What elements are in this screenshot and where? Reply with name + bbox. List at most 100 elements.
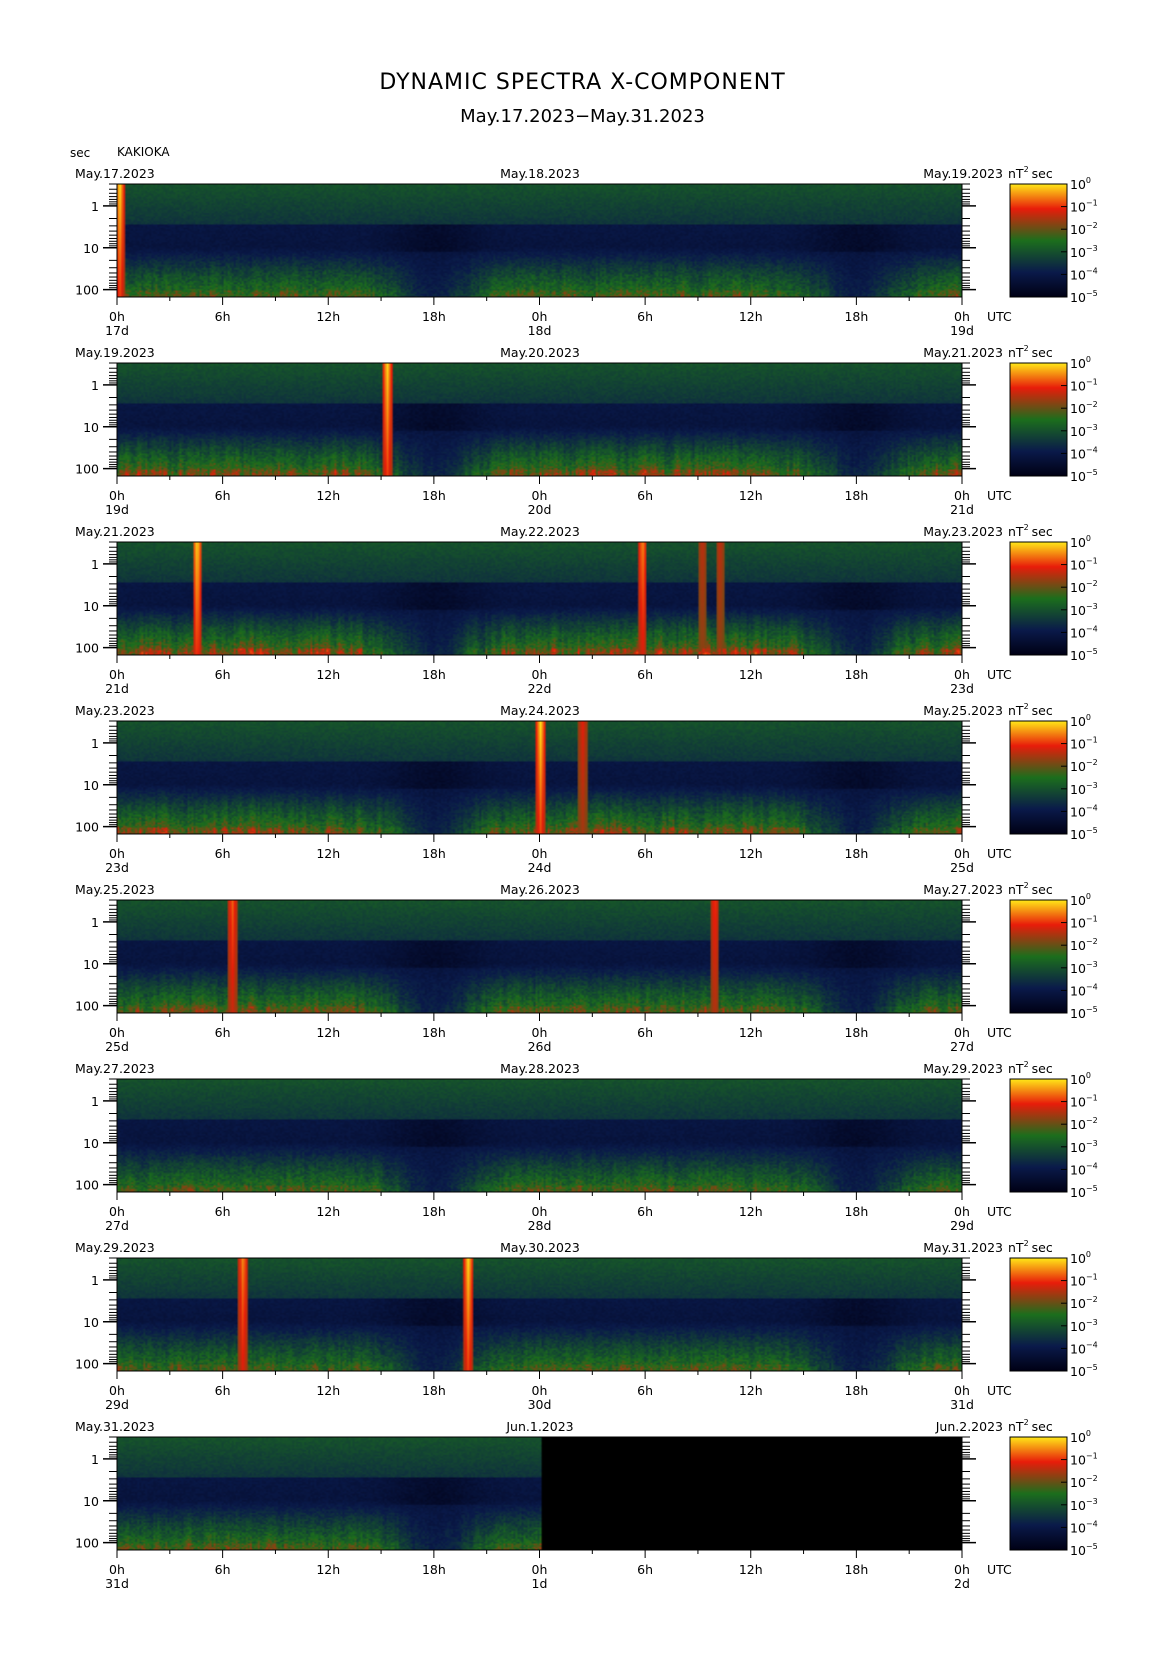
x-day-label: 21d <box>950 502 974 517</box>
x-tick-label: 0h <box>109 488 125 503</box>
x-tick-label: 6h <box>215 488 231 503</box>
panel-date-start: May.19.2023 <box>75 345 155 360</box>
x-tick-label: 0h <box>532 488 548 503</box>
panel-date-end: May.31.2023 <box>923 1240 1003 1255</box>
panel-date-mid: May.28.2023 <box>500 1061 580 1076</box>
colorbar-tick-label: 10−3 <box>1070 244 1098 260</box>
colorbar-tick-label: 10−5 <box>1070 1363 1098 1379</box>
x-tick-label: 0h <box>954 488 970 503</box>
colorbar-unit-label: nT2 sec <box>1008 523 1053 539</box>
x-axis-unit: UTC <box>987 1562 1012 1577</box>
x-tick-label: 0h <box>109 1025 125 1040</box>
x-axis-unit: UTC <box>987 1025 1012 1040</box>
x-tick-label: 18h <box>422 1383 446 1398</box>
y-tick-label: 10 <box>83 778 99 793</box>
x-day-label: 27d <box>950 1039 974 1054</box>
x-tick-label: 0h <box>109 1204 125 1219</box>
x-tick-label: 12h <box>739 1562 763 1577</box>
x-tick-label: 12h <box>739 488 763 503</box>
colorbar-tick-label: 10−4 <box>1070 803 1098 819</box>
x-tick-label: 6h <box>215 1562 231 1577</box>
colorbar-tick-label: 10−5 <box>1070 1005 1098 1021</box>
x-tick-label: 0h <box>532 1204 548 1219</box>
x-tick-label: 18h <box>844 846 868 861</box>
x-tick-label: 0h <box>109 1383 125 1398</box>
panel-date-end: May.29.2023 <box>923 1061 1003 1076</box>
colorbar-tick-label: 10−4 <box>1070 266 1098 282</box>
x-day-label: 21d <box>105 681 129 696</box>
y-tick-label: 100 <box>75 1536 99 1551</box>
colorbar-tick-label: 10−2 <box>1070 1116 1098 1132</box>
x-day-label: 17d <box>105 323 129 338</box>
x-tick-label: 0h <box>109 846 125 861</box>
colorbar-tick-label: 100 <box>1070 534 1091 550</box>
x-day-label: 26d <box>528 1039 552 1054</box>
x-day-label: 27d <box>105 1218 129 1233</box>
colorbar-tick-label: 100 <box>1070 1071 1091 1087</box>
x-tick-label: 6h <box>215 1383 231 1398</box>
x-day-label: 30d <box>528 1397 552 1412</box>
y-tick-label: 10 <box>83 1136 99 1151</box>
x-day-label: 29d <box>105 1397 129 1412</box>
x-tick-label: 6h <box>637 667 653 682</box>
x-tick-label: 0h <box>532 1025 548 1040</box>
colorbar-tick-label: 10−1 <box>1070 557 1098 573</box>
panel-date-end: May.27.2023 <box>923 882 1003 897</box>
colorbar-tick-label: 10−2 <box>1070 400 1098 416</box>
x-tick-label: 6h <box>637 1562 653 1577</box>
x-day-label: 23d <box>105 860 129 875</box>
spectrogram-image <box>117 1258 962 1371</box>
spectrogram-image <box>117 721 962 834</box>
panel-date-start: May.31.2023 <box>75 1419 155 1434</box>
x-day-label: 19d <box>105 502 129 517</box>
panel-date-mid: Jun.1.2023 <box>505 1419 573 1434</box>
colorbar-unit-label: nT2 sec <box>1008 1239 1053 1255</box>
colorbar <box>1009 362 1068 477</box>
spectrogram-image <box>117 900 962 1013</box>
x-day-label: 28d <box>528 1218 552 1233</box>
x-day-label: 22d <box>528 681 552 696</box>
x-tick-label: 12h <box>739 309 763 324</box>
x-tick-label: 6h <box>637 309 653 324</box>
x-tick-label: 6h <box>215 1025 231 1040</box>
colorbar-tick-label: 10−3 <box>1070 1318 1098 1334</box>
x-tick-label: 18h <box>844 667 868 682</box>
colorbar-tick-label: 10−1 <box>1070 199 1098 215</box>
x-tick-label: 0h <box>109 667 125 682</box>
x-tick-label: 0h <box>532 846 548 861</box>
colorbar <box>1009 720 1068 835</box>
y-tick-label: 1 <box>91 199 99 214</box>
colorbar-unit-label: nT2 sec <box>1008 344 1053 360</box>
x-tick-label: 6h <box>637 488 653 503</box>
x-tick-label: 18h <box>844 1025 868 1040</box>
panel-date-start: May.23.2023 <box>75 703 155 718</box>
colorbar-tick-label: 10−2 <box>1070 937 1098 953</box>
y-tick-label: 1 <box>91 1094 99 1109</box>
x-axis-unit: UTC <box>987 488 1012 503</box>
spectrum-panel: May.29.2023 May.30.2023 May.31.2023 nT2 sec 1… <box>75 1239 1098 1412</box>
x-day-label: 23d <box>950 681 974 696</box>
x-day-label: 2d <box>954 1576 970 1591</box>
y-tick-label: 10 <box>83 1315 99 1330</box>
colorbar-tick-label: 10−2 <box>1070 1474 1098 1490</box>
x-day-label: 31d <box>950 1397 974 1412</box>
y-tick-label: 100 <box>75 462 99 477</box>
y-tick-label: 1 <box>91 378 99 393</box>
colorbar-tick-label: 10−5 <box>1070 289 1098 305</box>
x-tick-label: 6h <box>215 667 231 682</box>
x-tick-label: 18h <box>422 309 446 324</box>
colorbar <box>1009 541 1068 656</box>
colorbar-tick-label: 10−5 <box>1070 826 1098 842</box>
x-tick-label: 0h <box>954 1025 970 1040</box>
spectrum-panel: May.21.2023 May.22.2023 May.23.2023 nT2 sec 1… <box>75 523 1098 696</box>
x-tick-label: 18h <box>422 1204 446 1219</box>
x-axis-unit: UTC <box>987 667 1012 682</box>
y-tick-label: 1 <box>91 915 99 930</box>
x-tick-label: 12h <box>739 1204 763 1219</box>
colorbar-tick-label: 10−4 <box>1070 1340 1098 1356</box>
x-tick-label: 6h <box>215 846 231 861</box>
x-tick-label: 12h <box>316 1204 340 1219</box>
x-tick-label: 0h <box>532 309 548 324</box>
colorbar-tick-label: 10−5 <box>1070 468 1098 484</box>
panel-date-mid: May.20.2023 <box>500 345 580 360</box>
